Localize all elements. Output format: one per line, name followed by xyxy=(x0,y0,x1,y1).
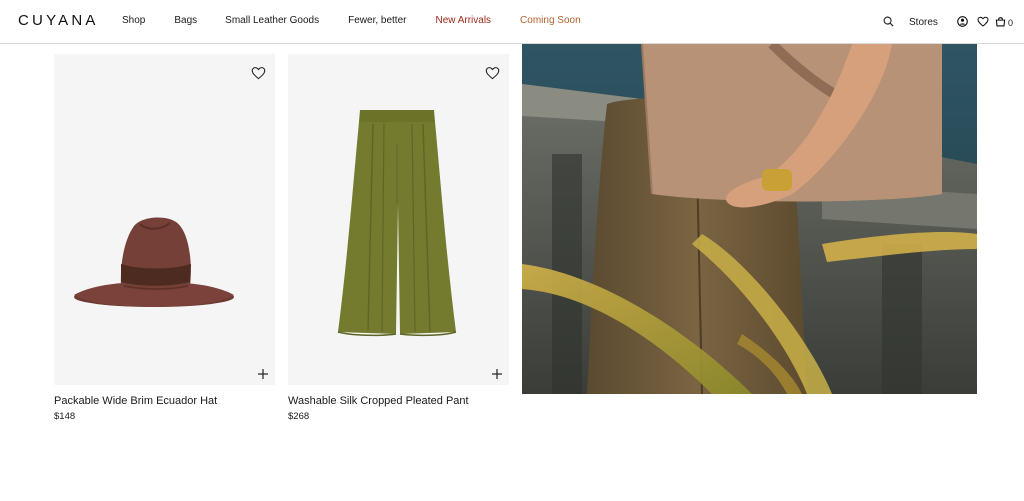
search-icon[interactable] xyxy=(883,14,894,28)
hat-image xyxy=(74,217,234,307)
nav-item-bags[interactable]: Bags xyxy=(174,15,197,26)
product-price: $148 xyxy=(54,411,76,422)
product-name[interactable]: Packable Wide Brim Ecuador Hat xyxy=(54,395,275,407)
pant-image xyxy=(337,110,457,337)
main-nav: Shop Bags Small Leather Goods Fewer, bet… xyxy=(122,15,581,26)
bag-count: 0 xyxy=(1008,18,1014,28)
nav-item-shop[interactable]: Shop xyxy=(122,15,145,26)
nav-item-new-arrivals[interactable]: New Arrivals xyxy=(435,15,491,26)
product-name[interactable]: Washable Silk Cropped Pleated Pant xyxy=(288,395,509,407)
wishlist-heart-icon[interactable] xyxy=(977,14,989,28)
nav-item-small-leather-goods[interactable]: Small Leather Goods xyxy=(225,15,319,26)
nav-item-fewer-better[interactable]: Fewer, better xyxy=(348,15,406,26)
site-header: CUYANA Shop Bags Small Leather Goods Few… xyxy=(0,0,1024,44)
product-image-container[interactable] xyxy=(288,54,509,385)
add-to-wishlist-heart-icon[interactable] xyxy=(484,65,500,81)
brand-logo[interactable]: CUYANA xyxy=(18,12,99,29)
quick-add-plus-icon[interactable] xyxy=(257,367,269,379)
bag-icon[interactable] xyxy=(995,14,1006,28)
add-to-wishlist-heart-icon[interactable] xyxy=(250,65,266,81)
stores-link[interactable]: Stores xyxy=(909,15,938,29)
quick-add-plus-icon[interactable] xyxy=(491,367,503,379)
product-card[interactable]: Washable Silk Cropped Pleated Pant $268 xyxy=(288,54,509,422)
product-image-container[interactable] xyxy=(54,54,275,385)
product-price: $268 xyxy=(288,411,310,422)
account-icon[interactable] xyxy=(957,14,968,28)
lifestyle-tote-bag-image[interactable] xyxy=(522,44,977,394)
nav-item-coming-soon[interactable]: Coming Soon xyxy=(520,15,581,26)
product-card[interactable]: Packable Wide Brim Ecuador Hat $148 xyxy=(54,54,275,422)
